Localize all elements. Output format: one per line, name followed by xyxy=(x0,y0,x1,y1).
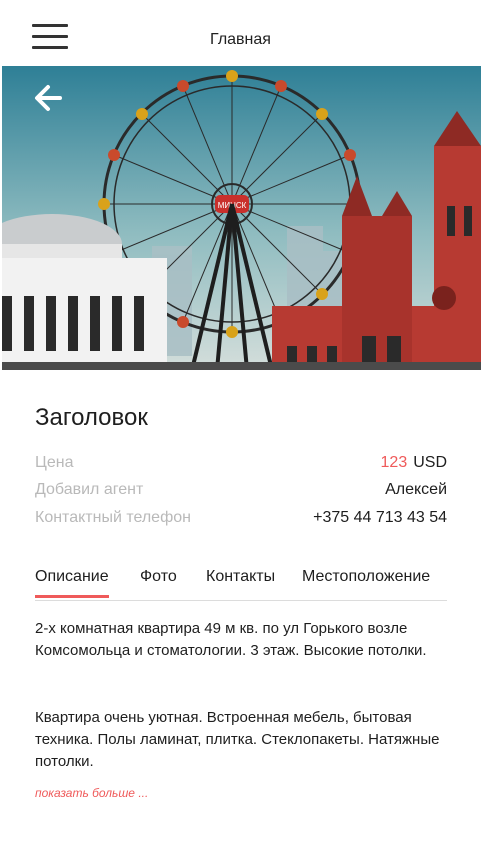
arrow-left-icon xyxy=(35,85,62,111)
phone-label: Контактный телефон xyxy=(35,509,191,526)
price-label: Цена xyxy=(35,454,74,471)
description-paragraph: 2-х комнатная квартира 49 м кв. по ул Го… xyxy=(35,620,427,659)
phone-row: Контактный телефон +375 44 713 43 54 xyxy=(35,509,447,531)
description-paragraph: Квартира очень уютная. Встроенная мебель… xyxy=(35,709,440,770)
tab-description[interactable]: Описание xyxy=(35,568,109,598)
back-button[interactable] xyxy=(30,82,66,114)
listing-title: Заголовок xyxy=(35,404,148,431)
tab-contacts[interactable]: Контакты xyxy=(206,568,275,586)
tab-photo[interactable]: Фото xyxy=(140,568,177,586)
price-value-group: 123 USD xyxy=(381,454,447,472)
agent-row: Добавил агент Алексей xyxy=(35,481,447,503)
top-bar: Главная xyxy=(0,0,481,64)
price-value: 123 xyxy=(380,454,408,471)
hero-image: МИНСК xyxy=(2,66,481,370)
tab-location[interactable]: Местоположение xyxy=(302,568,430,586)
agent-label: Добавил агент xyxy=(35,481,144,498)
agent-value: Алексей xyxy=(385,481,447,498)
price-row: Цена 123 USD xyxy=(35,454,447,476)
price-currency: USD xyxy=(413,454,447,471)
show-more-link[interactable]: показать больше ... xyxy=(35,786,148,800)
phone-value[interactable]: +375 44 713 43 54 xyxy=(313,509,447,527)
menu-line xyxy=(32,24,68,27)
page-title: Главная xyxy=(210,31,271,48)
minsk-ferris-wheel-illustration: МИНСК xyxy=(2,66,481,370)
tab-bar: Описание Фото Контакты Местоположение xyxy=(35,568,447,601)
